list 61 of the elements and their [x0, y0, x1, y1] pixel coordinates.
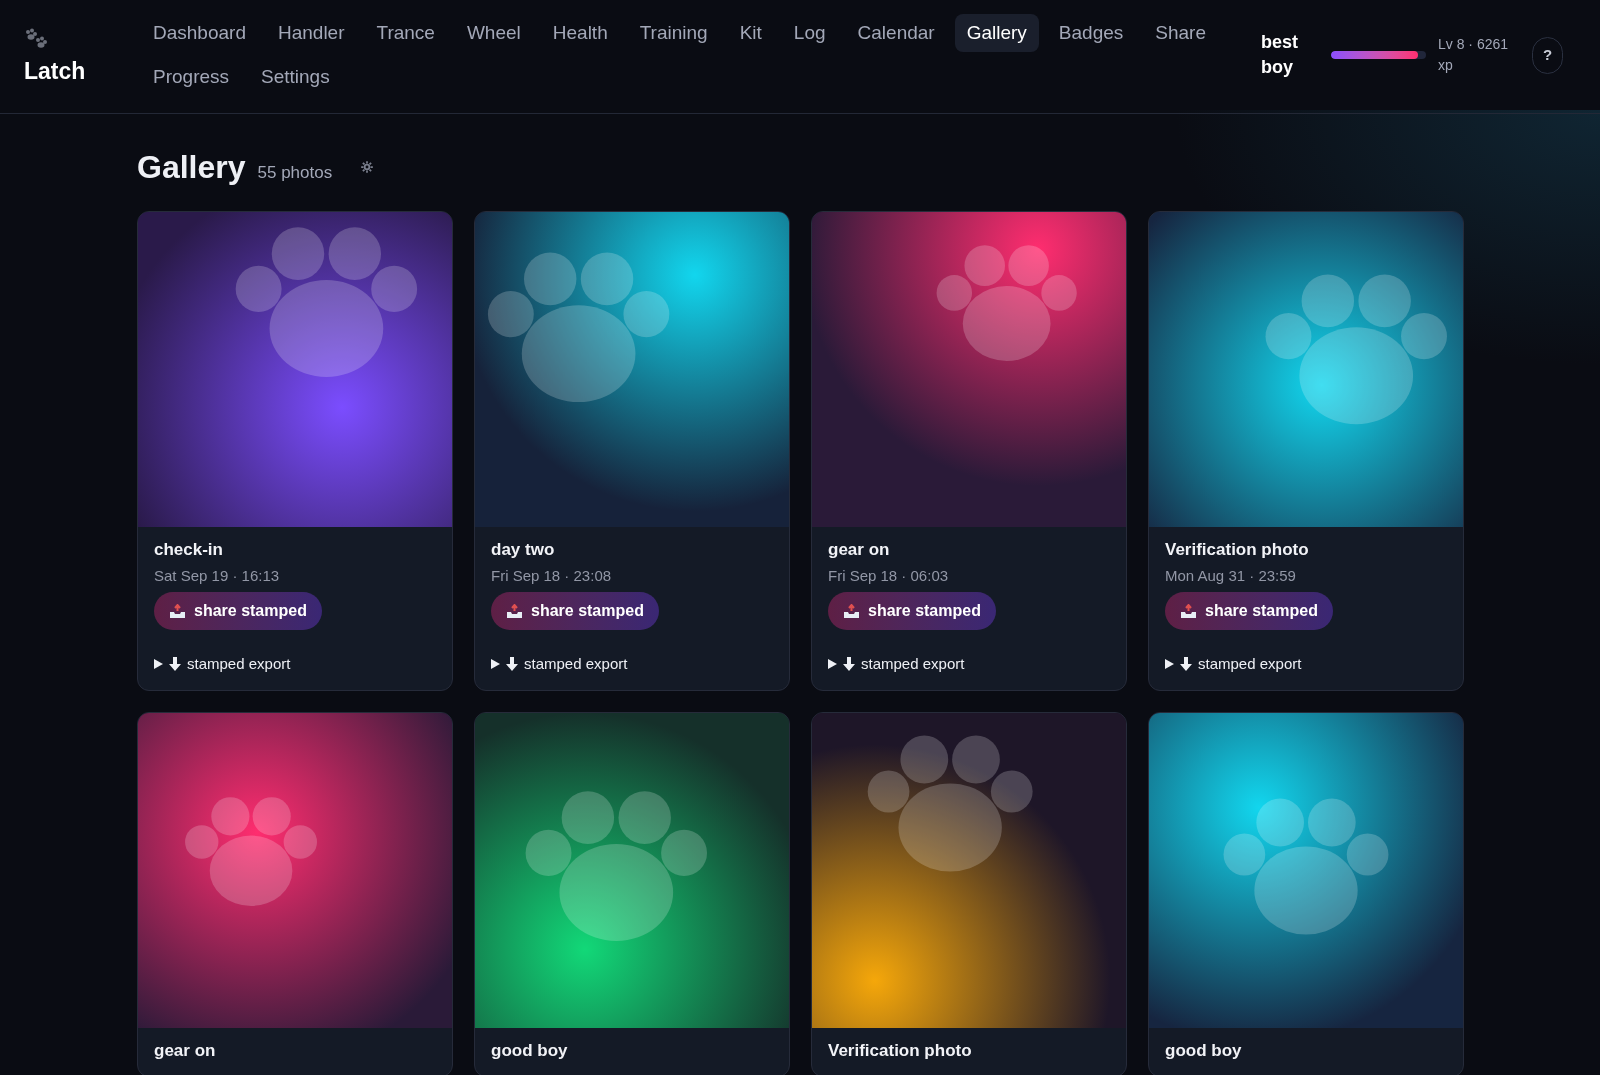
- share-button[interactable]: share stamped: [154, 592, 322, 630]
- export-toggle[interactable]: stamped export: [491, 653, 628, 676]
- download-arrow-icon: [506, 657, 518, 672]
- photo-card[interactable]: day two Fri Sep 18 · 23:08 share stamped stamped export: [474, 211, 790, 691]
- export-toggle[interactable]: stamped export: [1165, 653, 1302, 676]
- nav-tab[interactable]: Health: [540, 14, 620, 52]
- nav-tab[interactable]: Training: [627, 14, 720, 52]
- share-button[interactable]: share stamped: [828, 592, 996, 630]
- share-button[interactable]: share stamped: [491, 592, 659, 630]
- app-name: Latch: [24, 57, 86, 86]
- photo-count: 55 photos: [257, 162, 333, 184]
- nav-tab[interactable]: Log: [781, 14, 838, 52]
- settings-icon[interactable]: [360, 160, 375, 174]
- caret-icon: [154, 659, 163, 670]
- page-title: Gallery: [137, 148, 246, 187]
- photo-title: day two: [491, 539, 556, 561]
- photo-title: gear on: [154, 1039, 217, 1062]
- photo-card[interactable]: gear on Fri Sep 18 · 06:03 share stamped stamped export: [811, 211, 1127, 691]
- nav-tab[interactable]: Calendar: [845, 14, 947, 52]
- nav-tab[interactable]: Kit: [727, 14, 774, 52]
- nav-tab[interactable]: Share: [1143, 14, 1218, 52]
- export-toggle[interactable]: stamped export: [828, 653, 965, 676]
- photo-date: Fri Sep 18 · 23:08: [491, 566, 613, 586]
- photo-title: gear on: [828, 539, 891, 561]
- nav-tab[interactable]: Trance: [364, 14, 447, 52]
- paw-icon: [24, 28, 50, 50]
- caret-icon: [491, 659, 500, 670]
- inbox-tray-icon: [169, 603, 186, 619]
- inbox-tray-icon: [843, 603, 860, 619]
- photo-title: check-in: [154, 539, 224, 561]
- nav-tab[interactable]: Handler: [265, 14, 357, 52]
- download-arrow-icon: [843, 657, 855, 672]
- download-arrow-icon: [169, 657, 181, 672]
- inbox-tray-icon: [506, 603, 523, 619]
- nav-tab[interactable]: Dashboard: [141, 14, 258, 52]
- photo-title: good boy: [491, 1039, 569, 1062]
- photo-card[interactable]: check-in Sat Sep 19 · 16:13 share stamped stamped export: [137, 211, 453, 691]
- photo-card[interactable]: good boy: [474, 711, 790, 1075]
- photo-date: Mon Aug 31 · 23:59: [1165, 566, 1297, 586]
- nav-tab[interactable]: Progress: [141, 58, 242, 96]
- export-toggle[interactable]: stamped export: [154, 653, 291, 676]
- photo-card[interactable]: Verification photo Mon Aug 31 · 23:59 share stamped stamped export: [1148, 211, 1464, 691]
- user-name: best boy: [1261, 31, 1299, 79]
- caret-icon: [1165, 659, 1174, 670]
- nav-tab[interactable]: Wheel: [454, 14, 533, 52]
- nav-tab[interactable]: Settings: [249, 58, 342, 96]
- nav-tab[interactable]: Gallery: [954, 14, 1039, 52]
- photo-date: Sat Sep 19 · 16:13: [154, 566, 281, 586]
- photo-title: Verification photo: [828, 1039, 973, 1062]
- photo-card[interactable]: good boy: [1148, 711, 1464, 1075]
- photo-card[interactable]: Verification photo: [811, 711, 1127, 1075]
- xp-reading: Lv 8 · 6261 xp: [1438, 35, 1510, 75]
- download-arrow-icon: [1180, 657, 1192, 672]
- share-button[interactable]: share stamped: [1165, 592, 1333, 630]
- photo-date: Fri Sep 18 · 06:03: [828, 566, 950, 586]
- nav-tab[interactable]: Badges: [1046, 14, 1136, 52]
- inbox-tray-icon: [1180, 603, 1197, 619]
- photo-card[interactable]: gear on: [137, 711, 453, 1075]
- caret-icon: [828, 659, 837, 670]
- photo-title: Verification photo: [1165, 539, 1310, 561]
- photo-title: good boy: [1165, 1039, 1243, 1062]
